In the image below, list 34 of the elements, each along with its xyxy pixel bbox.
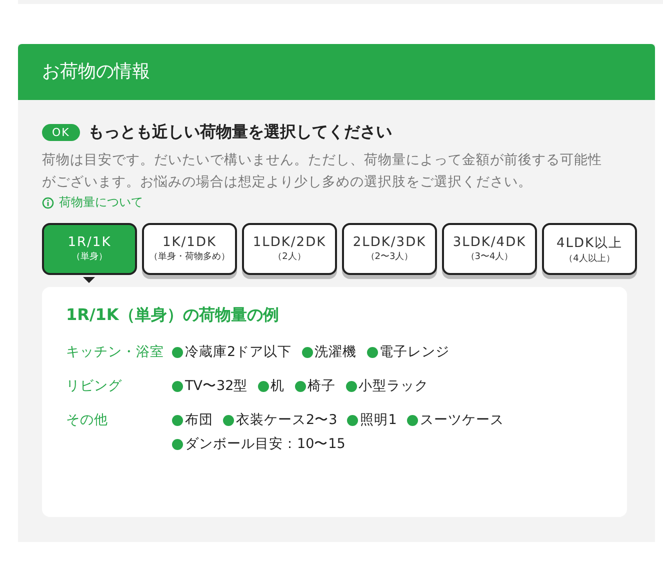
item-text: ダンボール目安：10〜15	[185, 435, 346, 454]
bullet-icon	[258, 380, 269, 392]
bullet-icon	[294, 380, 306, 392]
item-text: 小型ラック	[358, 377, 429, 396]
section-header: お荷物の情報	[18, 44, 655, 100]
bullet-icon	[302, 346, 313, 358]
item-text: TV〜32型	[185, 377, 248, 396]
item-text: 衣装ケース2〜3	[236, 411, 338, 430]
bullet-icon	[172, 380, 183, 392]
ok-badge: OK	[42, 124, 80, 141]
item-text: 電子レンジ	[380, 343, 450, 362]
bullet-icon	[172, 414, 183, 426]
bullet-icon	[366, 346, 378, 358]
bullet-icon	[172, 346, 183, 358]
bullet-icon	[347, 414, 358, 426]
example-title: 1R/1K（単身）の荷物量の例	[66, 305, 280, 326]
category-label: キッチン・浴室	[66, 343, 165, 362]
category-label: リビング	[66, 377, 123, 396]
bullet-icon	[346, 380, 357, 392]
bullet-icon	[172, 438, 183, 450]
item-text: 椅子	[308, 377, 336, 396]
bullet-icon	[406, 414, 418, 426]
info-icon	[42, 196, 54, 208]
item-text: 照明1	[360, 411, 397, 430]
category-label: その他	[66, 411, 109, 430]
item-text: 洗濯機	[314, 343, 357, 362]
item-text: 机	[270, 377, 285, 396]
item-text: 冷蔵庫2ドア以下	[185, 343, 292, 362]
pointer-icon	[83, 277, 95, 283]
item-text: 布団	[185, 411, 213, 430]
prompt-heading: もっとも近しい荷物量を選択してください	[88, 122, 392, 143]
bullet-icon	[223, 414, 234, 426]
item-text: スーツケース	[420, 411, 504, 430]
description-text: 荷物は目安です。だいたいで構いません。ただし、荷物量によって金額が前後する可能性がございます。お悩みの場合は想定より少し多めの選択肢をご選択ください。	[42, 151, 603, 192]
